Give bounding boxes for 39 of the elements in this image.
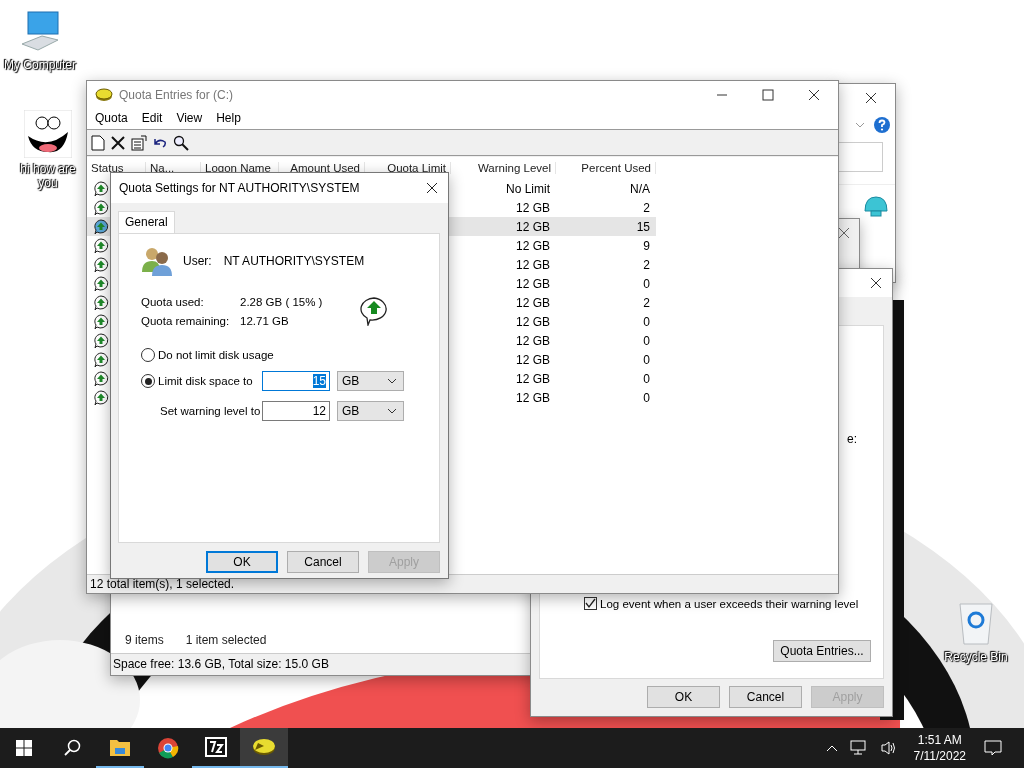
field-label: Quota used: [141, 296, 205, 308]
table-cell-text: 2 [642, 200, 651, 215]
field-label: Quota remaining: [141, 315, 231, 327]
user-label: User: [183, 254, 212, 268]
table-cell-text: 12 GB [514, 219, 551, 234]
table-cell-text: 0 [642, 276, 651, 291]
checkbox-label: Log event when a user exceeds their warning level [600, 597, 859, 610]
field-label: e: [847, 432, 857, 446]
table-cell-text: 12 GB [514, 371, 551, 386]
table-cell-text: 12 GB [514, 238, 551, 253]
table-cell-text: 15 [635, 219, 651, 234]
table-cell-text: 12 GB [514, 200, 551, 215]
table-cell-text: 0 [642, 390, 651, 405]
table-cell-text: 12 GB [514, 390, 551, 405]
table-cell-text: 12 GB [514, 276, 551, 291]
field-value: 2.28 GB ( 15% ) [240, 296, 323, 308]
field-label: Set warning level to [160, 405, 262, 417]
table-cell-text: 12 GB [514, 295, 551, 310]
radio-label: Limit disk space to [158, 375, 253, 387]
table-cell-text: 0 [642, 371, 651, 386]
table-cell-text: 2 [642, 295, 651, 310]
table-cell-text: 12 GB [514, 314, 551, 329]
dialog-title: Quota Settings for NT AUTHORITY\SYSTEM [119, 181, 360, 195]
table-cell-text: 0 [642, 352, 651, 367]
table-cell-text: 12 GB [514, 257, 551, 272]
table-cell-text: 12 GB [514, 352, 551, 367]
table-cell-text: N/A [629, 181, 651, 196]
table-cell-text: 9 [642, 238, 651, 253]
field-value: 12.71 GB [240, 315, 290, 327]
table-cell-text: 12 GB [514, 333, 551, 348]
table-cell-text: 0 [642, 314, 651, 329]
table-cell-text: No Limit [505, 181, 551, 196]
table-cell-text: 0 [642, 333, 651, 348]
selection-count: 1 item selected [185, 633, 267, 647]
user-name: NT AUTHORITY\SYSTEM [223, 254, 365, 268]
item-count: 9 items [125, 633, 164, 647]
radio-label: Do not limit disk usage [158, 349, 274, 361]
table-cell-text: 2 [642, 257, 651, 272]
window-title: Quota Entries for (C:) [119, 88, 235, 102]
